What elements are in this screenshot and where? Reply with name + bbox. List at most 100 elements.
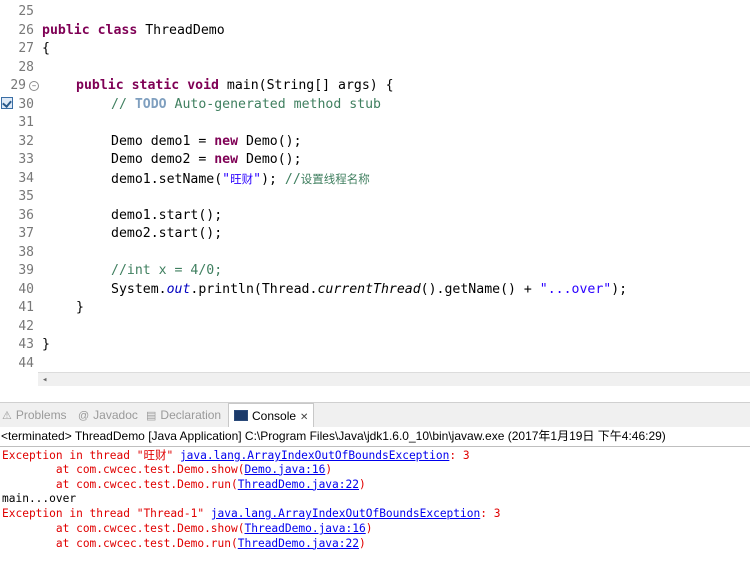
tab-declaration[interactable]: ▤ Declaration bbox=[146, 403, 221, 427]
static-method: currentThread bbox=[317, 281, 421, 297]
string-literal: "...over" bbox=[539, 281, 612, 297]
line-number: 27 bbox=[18, 41, 34, 56]
line-number: 43 bbox=[18, 337, 34, 352]
line-number: 34 bbox=[18, 170, 34, 186]
keyword: void bbox=[187, 78, 219, 93]
quote: " bbox=[253, 171, 262, 187]
console-text: at com.cwcec.test.Demo.run( bbox=[2, 477, 238, 491]
code-text: Demo demo1 = bbox=[111, 133, 215, 149]
code-line: } bbox=[42, 337, 50, 352]
tab-javadoc[interactable]: @ Javadoc bbox=[78, 403, 138, 427]
console-line: at com.cwcec.test.Demo.show(Demo.java:16… bbox=[2, 463, 332, 478]
keyword: class bbox=[97, 22, 138, 38]
keyword: new bbox=[214, 152, 239, 167]
tab-label: Declaration bbox=[160, 408, 222, 422]
line-number: 28 bbox=[18, 59, 34, 75]
line-number: 32 bbox=[18, 133, 34, 149]
line-number: 25 bbox=[18, 4, 34, 19]
console-line: main...over bbox=[2, 492, 77, 506]
line-number: 40 bbox=[18, 281, 34, 297]
code-editor[interactable]: 25 26 27 28 29 − 30 31 32 33 34 35 36 37… bbox=[0, 0, 750, 372]
code-line: Demo demo2 = new Demo(); bbox=[111, 151, 302, 170]
problems-icon: ⚠ bbox=[2, 410, 12, 422]
console-line: at com.cwcec.test.Demo.run(ThreadDemo.ja… bbox=[2, 537, 366, 552]
console-line: at com.cwcec.test.Demo.show(ThreadDemo.j… bbox=[2, 522, 373, 537]
line-number: 31 bbox=[18, 115, 34, 130]
source-link[interactable]: Demo.java:16 bbox=[244, 463, 325, 476]
console-icon bbox=[234, 410, 248, 422]
console-line: Exception in thread "Thread-1" java.lang… bbox=[2, 507, 500, 522]
string-literal: "旺财" bbox=[222, 172, 261, 187]
code-line: System.out.println(Thread.currentThread(… bbox=[111, 281, 627, 300]
quote: " bbox=[222, 171, 231, 187]
views-tab-bar: ⚠ Problems @ Javadoc ▤ Declaration Console ✕ bbox=[0, 402, 750, 428]
console-status: <terminated> ThreadDemo [Java Applicatio… bbox=[1, 429, 666, 443]
scroll-left-arrow-icon[interactable]: ◂ bbox=[42, 373, 47, 387]
line-number: 35 bbox=[18, 189, 34, 204]
line-number: 38 bbox=[18, 244, 34, 260]
divider bbox=[0, 386, 750, 400]
comment-prefix: // bbox=[284, 171, 301, 187]
keyword: public bbox=[42, 22, 90, 38]
code-line: public class ThreadDemo bbox=[42, 22, 225, 41]
console-output[interactable]: <terminated> ThreadDemo [Java Applicatio… bbox=[0, 427, 750, 568]
code-text: Demo demo2 = bbox=[111, 152, 215, 167]
comment-prefix: // bbox=[111, 96, 135, 112]
console-line: at com.cwcec.test.Demo.run(ThreadDemo.ja… bbox=[2, 478, 366, 493]
console-text: ) bbox=[359, 536, 366, 550]
javadoc-icon: @ bbox=[78, 410, 90, 422]
tab-console[interactable]: Console ✕ bbox=[228, 403, 315, 428]
divider bbox=[0, 446, 750, 447]
console-text: Exception in thread " bbox=[2, 449, 144, 462]
tab-label: Javadoc bbox=[93, 408, 138, 422]
todo-tag: TODO bbox=[134, 96, 167, 112]
string-text: 旺财 bbox=[230, 171, 254, 186]
fold-collapse-icon[interactable]: − bbox=[29, 81, 39, 91]
console-text: ) bbox=[365, 522, 373, 535]
source-link[interactable]: ThreadDemo.java:22 bbox=[238, 537, 359, 550]
code-text: .println(Thread. bbox=[190, 281, 318, 297]
code-line: } bbox=[76, 300, 84, 315]
line-number: 29 bbox=[10, 78, 26, 93]
line-number: 26 bbox=[18, 22, 34, 38]
line-number: 36 bbox=[18, 207, 34, 223]
line-number: 42 bbox=[18, 318, 34, 334]
exception-link[interactable]: java.lang.ArrayIndexOutOfBoundsException bbox=[180, 449, 449, 462]
line-number: 44 bbox=[18, 355, 34, 371]
console-line: Exception in thread "旺财" java.lang.Array… bbox=[2, 448, 470, 464]
console-text: Exception in thread "Thread-1" bbox=[2, 507, 211, 521]
line-number: 33 bbox=[18, 152, 34, 167]
code-text: ().getName() + bbox=[420, 281, 540, 297]
class-name: ThreadDemo bbox=[137, 22, 225, 38]
code-text: Demo(); bbox=[238, 133, 302, 149]
code-line: demo1.setName("旺财"); //设置线程名称 bbox=[111, 170, 370, 190]
console-text: at com.cwcec.test.Demo.show( bbox=[2, 522, 245, 535]
line-number: 41 bbox=[18, 300, 34, 315]
source-link[interactable]: ThreadDemo.java:16 bbox=[244, 522, 365, 535]
code-line: { bbox=[42, 41, 50, 56]
declaration-icon: ▤ bbox=[146, 410, 157, 422]
tab-label: Console bbox=[252, 409, 297, 423]
line-number: 30 bbox=[18, 96, 34, 112]
keyword: static bbox=[131, 78, 180, 93]
code-line: demo1.start(); bbox=[111, 207, 223, 223]
method-signature: main(String[] args) { bbox=[218, 78, 394, 93]
tab-problems[interactable]: ⚠ Problems bbox=[2, 403, 67, 427]
code-comment: //int x = 4/0; bbox=[111, 263, 223, 278]
code-text: System. bbox=[111, 281, 167, 297]
source-link[interactable]: ThreadDemo.java:22 bbox=[238, 478, 359, 491]
console-text: ) bbox=[325, 462, 333, 476]
thread-name: 旺财 bbox=[143, 448, 167, 462]
keyword: public bbox=[76, 78, 124, 93]
exception-link[interactable]: java.lang.ArrayIndexOutOfBoundsException bbox=[211, 507, 480, 520]
horizontal-scrollbar[interactable]: ◂ bbox=[38, 372, 750, 387]
code-line: demo2.start(); bbox=[111, 226, 223, 241]
console-text: at com.cwcec.test.Demo.run( bbox=[2, 536, 238, 550]
console-text: " bbox=[166, 449, 180, 462]
console-text: : 3 bbox=[480, 507, 501, 521]
keyword: new bbox=[214, 133, 239, 149]
code-text: demo1.setName( bbox=[111, 171, 223, 187]
tab-label: Problems bbox=[15, 408, 67, 422]
line-number: 39 bbox=[18, 263, 34, 278]
line-number: 37 bbox=[18, 226, 34, 241]
